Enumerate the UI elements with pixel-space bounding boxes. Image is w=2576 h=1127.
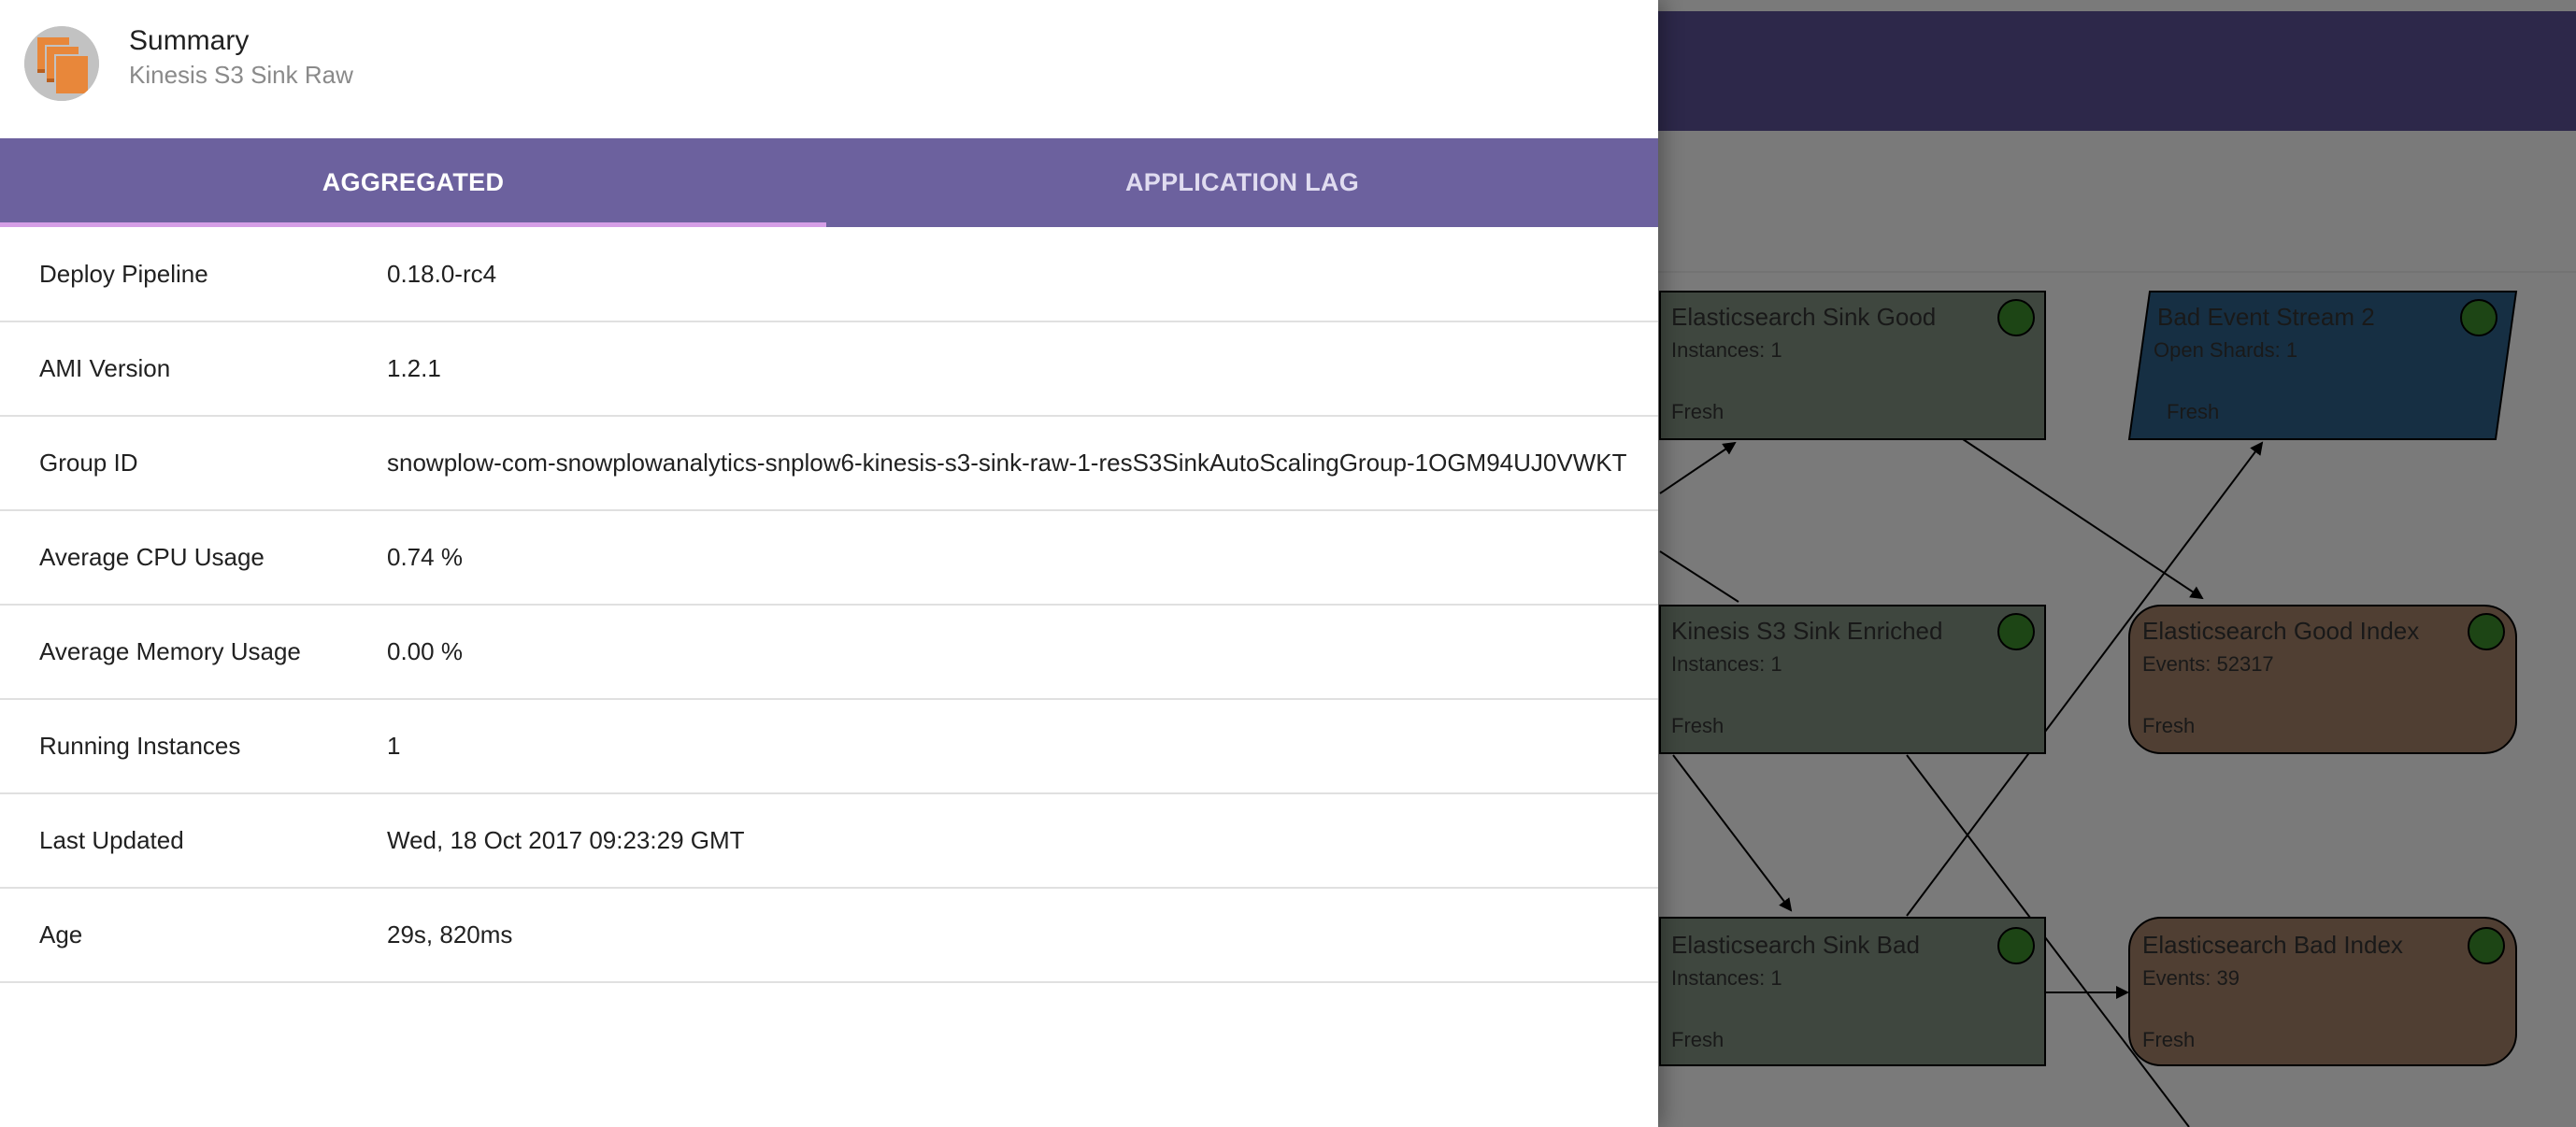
summary-table: Deploy Pipeline 0.18.0-rc4 AMI Version 1… [0,227,1658,983]
row-value: 1 [387,732,401,760]
tab-aggregated[interactable]: AGGREGATED [0,138,826,227]
table-row: Deploy Pipeline 0.18.0-rc4 [0,227,1658,321]
row-key: AMI Version [39,354,171,382]
table-row: Running Instances 1 [0,699,1658,793]
row-value: Wed, 18 Oct 2017 09:23:29 GMT [387,826,745,854]
app-root: Elasticsearch Sink Good Instances: 1 Fre… [0,0,2576,1127]
table-row: Group ID snowplow-com-snowplowanalytics-… [0,416,1658,510]
row-key: Group ID [39,449,138,477]
drawer-header: Summary Kinesis S3 Sink Raw [0,0,1658,138]
table-row: Age 29s, 820ms [0,888,1658,982]
table-row: Last Updated Wed, 18 Oct 2017 09:23:29 G… [0,793,1658,888]
avatar [24,26,99,101]
row-key: Average Memory Usage [39,637,301,665]
tab-application-lag[interactable]: APPLICATION LAG [826,138,1658,227]
row-value: 29s, 820ms [387,920,513,949]
aws-autoscaling-icon [24,26,99,101]
table-row: Average CPU Usage 0.74 % [0,510,1658,605]
row-key: Running Instances [39,732,241,760]
drawer-subtitle: Kinesis S3 Sink Raw [129,61,353,89]
row-value: 1.2.1 [387,354,441,382]
row-value: 0.18.0-rc4 [387,259,497,288]
tab-bar: AGGREGATED APPLICATION LAG [0,138,1658,227]
drawer-title: Summary [129,25,250,56]
row-value: snowplow-com-snowplowanalytics-snplow6-k… [387,449,1627,477]
row-key: Average CPU Usage [39,543,265,571]
table-row: AMI Version 1.2.1 [0,321,1658,416]
row-key: Age [39,920,83,949]
row-key: Deploy Pipeline [39,259,208,288]
row-value: 0.74 % [387,543,463,571]
table-row: Average Memory Usage 0.00 % [0,605,1658,699]
summary-drawer: Summary Kinesis S3 Sink Raw AGGREGATED A… [0,0,1658,1127]
row-key: Last Updated [39,826,184,854]
row-value: 0.00 % [387,637,463,665]
